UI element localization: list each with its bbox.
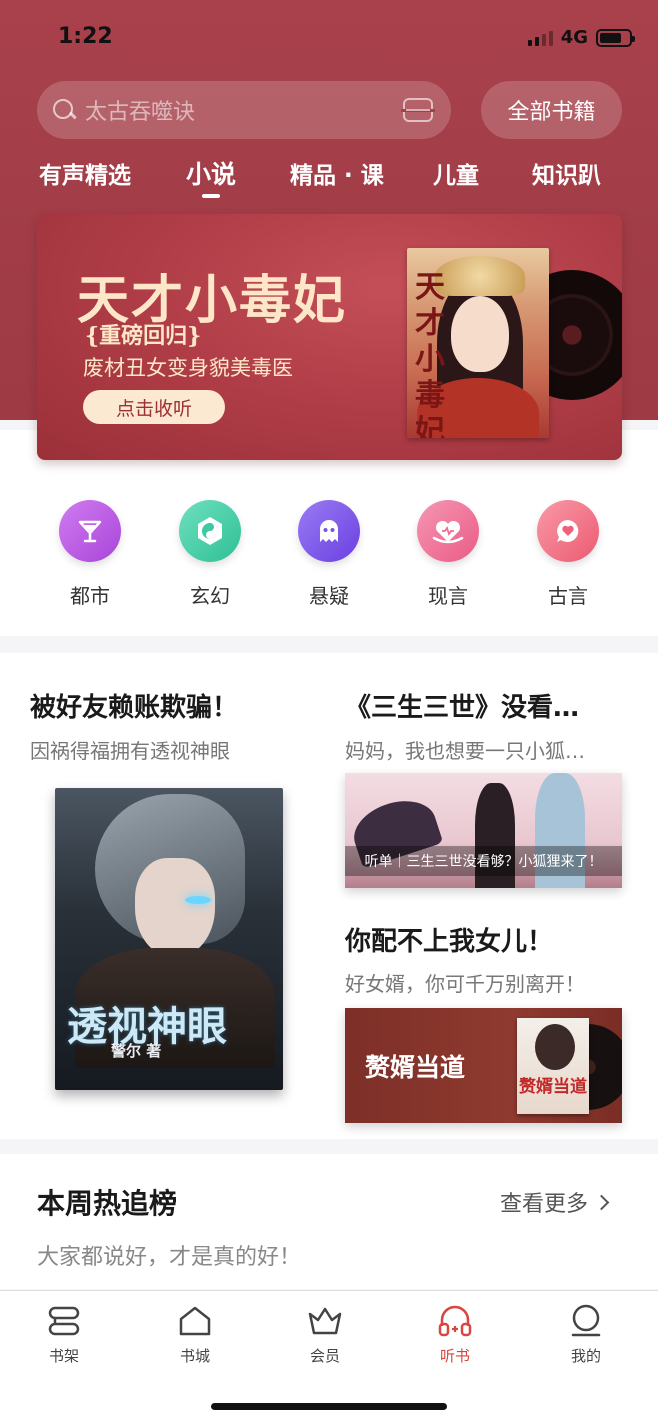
hot-subtitle: 大家都说好，才是真的好！ (37, 1245, 302, 1270)
network-label: 4G (560, 27, 588, 48)
tab-active-indicator (202, 194, 220, 198)
headphones-icon (415, 1303, 495, 1339)
banner-listen-button[interactable]: 点击收听 (83, 390, 225, 424)
genre-historical-romance[interactable]: 古言 (518, 500, 618, 609)
tab-audio-picks[interactable]: 有声精选 (39, 156, 131, 190)
tabbar-bookstore[interactable]: 书城 (155, 1303, 235, 1366)
genre-shortcuts: 都市 玄幻 悬疑 现言 古言 (0, 500, 658, 616)
genre-label: 悬疑 (309, 584, 349, 608)
hot-title: 本周热追榜 (37, 1187, 178, 1220)
rec-left-cover-author: 警尔 著 (111, 1042, 162, 1060)
genre-label: 都市 (70, 584, 110, 608)
recommendation-section: 被好友赖账欺骗！ 因祸得福拥有透视神眼 透视神眼 警尔 著 《三生三世》没看… … (0, 653, 658, 1139)
genre-mystery[interactable]: 悬疑 (279, 500, 379, 609)
rec-right-bottom-title[interactable]: 你配不上我女儿！ (345, 921, 553, 958)
search-icon (51, 97, 77, 123)
tab-novel[interactable]: 小说 (186, 155, 236, 191)
tabbar-bookshelf[interactable]: 书架 (24, 1303, 104, 1366)
tabbar-label: 书城 (179, 1347, 210, 1365)
rec-right-bottom-subtitle: 好女婿，你可千万别离开！ (345, 972, 585, 996)
rec-right-bottom-book-cover: 赘婿当道 (517, 1018, 589, 1114)
rec-right-top-subtitle: 妈妈，我也想要一只小狐… (345, 739, 585, 763)
tabbar-label: 我的 (570, 1347, 601, 1365)
signal-icon (527, 30, 553, 46)
chevron-right-icon (593, 1194, 610, 1210)
bookshelf-icon (24, 1303, 104, 1339)
heart-bubble-icon (537, 500, 599, 562)
genre-label: 古言 (548, 584, 588, 608)
tab-knowledge[interactable]: 知识趴 (532, 156, 601, 190)
heart-icon (417, 500, 479, 562)
category-tabs: 有声精选 小说 精品 · 课 儿童 知识趴 (0, 152, 658, 198)
genre-fantasy[interactable]: 玄幻 (160, 500, 260, 609)
view-more-label: 查看更多 (500, 1192, 589, 1217)
crown-icon (285, 1303, 365, 1339)
status-time: 1:22 (58, 24, 113, 49)
tabbar-label: 书架 (48, 1347, 79, 1365)
banner-book-cover: 天才小毒妃 (407, 248, 549, 438)
view-more-link[interactable]: 查看更多 (500, 1186, 610, 1218)
rec-right-top-image[interactable]: 听单｜三生三世没看够？小狐狸来了！ (345, 773, 622, 888)
search-bar[interactable]: 太古吞噬诀 (37, 81, 451, 139)
genre-urban[interactable]: 都市 (40, 500, 140, 609)
banner-subtitle: {重磅回归} (85, 323, 202, 349)
tabbar-label: 听书 (439, 1347, 470, 1365)
search-input[interactable]: 太古吞噬诀 (85, 94, 403, 126)
rec-right-top-caption: 听单｜三生三世没看够？小狐狸来了！ (345, 846, 622, 876)
ghost-icon (298, 500, 360, 562)
rec-right-bottom-cover-title: 赘婿当道 (519, 1077, 587, 1097)
banner-description: 废材丑女变身貌美毒医 (83, 356, 293, 380)
rec-left-book-cover[interactable]: 透视神眼 警尔 著 (55, 788, 283, 1090)
promo-banner[interactable]: 天才小毒妃 {重磅回归} 废材丑女变身貌美毒医 点击收听 天才小毒妃 (37, 214, 622, 460)
tabbar-audiobooks[interactable]: 听书 (415, 1303, 495, 1366)
banner-cover-title: 天才小毒妃 (415, 270, 445, 438)
rec-left-title[interactable]: 被好友赖账欺骗！ (30, 687, 238, 724)
tabbar-membership[interactable]: 会员 (285, 1303, 365, 1366)
genre-label: 现言 (428, 584, 468, 608)
rec-right-bottom-image[interactable]: 赘婿当道 赘婿当道 (345, 1008, 622, 1123)
home-indicator[interactable] (211, 1403, 447, 1410)
rec-left-subtitle: 因祸得福拥有透视神眼 (30, 739, 230, 763)
tabbar-profile[interactable]: 我的 (546, 1303, 626, 1366)
weekly-hot-section: 本周热追榜 查看更多 大家都说好，才是真的好！ (0, 1154, 658, 1289)
battery-icon (596, 28, 635, 47)
profile-icon (546, 1303, 626, 1339)
genre-modern-romance[interactable]: 现言 (398, 500, 498, 609)
yin-yang-icon (179, 500, 241, 562)
all-books-button[interactable]: 全部书籍 (481, 81, 622, 139)
rec-right-bottom-image-text: 赘婿当道 (365, 1053, 466, 1082)
tab-premium-course[interactable]: 精品 · 课 (290, 156, 384, 190)
scan-icon[interactable] (401, 98, 435, 122)
genre-label: 玄幻 (190, 584, 230, 608)
cocktail-icon (59, 500, 121, 562)
rec-right-top-title[interactable]: 《三生三世》没看… (345, 687, 579, 724)
home-icon (155, 1303, 235, 1339)
status-indicators: 4G (527, 27, 635, 48)
tabbar-label: 会员 (309, 1347, 340, 1365)
tab-children[interactable]: 儿童 (433, 156, 479, 190)
